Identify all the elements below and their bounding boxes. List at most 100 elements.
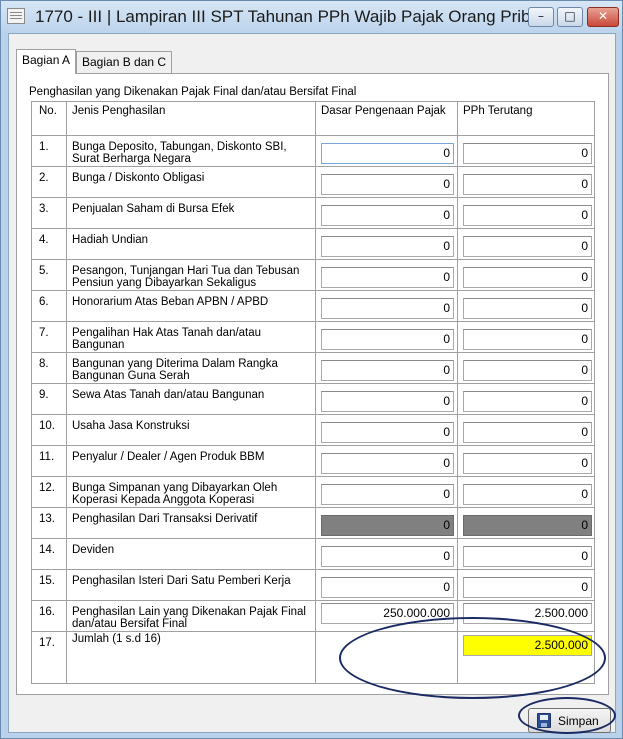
close-button[interactable]: ✕ [587, 7, 619, 27]
row-14-dasar-input[interactable]: 0 [321, 546, 454, 567]
row-16-pph-input[interactable]: 2.500.000 [463, 603, 592, 624]
row-divider [32, 321, 594, 322]
income-table: No. Jenis Penghasilan Dasar Pengenaan Pa… [31, 101, 595, 684]
save-button-label: Simpan [558, 714, 599, 728]
row-divider [32, 569, 594, 570]
row-15-no: 15. [39, 575, 55, 587]
header-pph-terutang: PPh Terutang [463, 105, 533, 117]
row-6-pph-input[interactable]: 0 [463, 298, 592, 319]
row-8-dasar-input[interactable]: 0 [321, 360, 454, 381]
row-11-pph-input[interactable]: 0 [463, 453, 592, 474]
row-divider [32, 476, 594, 477]
header-jenis-penghasilan: Jenis Penghasilan [72, 105, 166, 117]
row-2-no: 2. [39, 172, 49, 184]
row-5-label-line2: Pensiun yang Dibayarkan Sekaligus [72, 277, 257, 289]
row-11-dasar-input[interactable]: 0 [321, 453, 454, 474]
row-9-dasar-input[interactable]: 0 [321, 391, 454, 412]
row-divider [32, 414, 594, 415]
row-6-dasar-input[interactable]: 0 [321, 298, 454, 319]
column-divider [315, 102, 316, 683]
row-3-pph-input[interactable]: 0 [463, 205, 592, 226]
tab-panel-bagian-a: Penghasilan yang Dikenakan Pajak Final d… [16, 73, 609, 699]
row-divider [32, 352, 594, 353]
column-divider [457, 102, 458, 683]
row-14-pph-input[interactable]: 0 [463, 546, 592, 567]
row-13-label-line1: Penghasilan Dari Transaksi Derivatif [72, 513, 258, 525]
row-3-dasar-input[interactable]: 0 [321, 205, 454, 226]
row-12-pph-input[interactable]: 0 [463, 484, 592, 505]
row-divider [32, 290, 594, 291]
row-1-no: 1. [39, 141, 49, 153]
row-13-pph-input: 0 [463, 515, 592, 536]
row-1-label-line2: Surat Berharga Negara [72, 153, 191, 165]
row-5-pph-input[interactable]: 0 [463, 267, 592, 288]
row-12-dasar-input[interactable]: 0 [321, 484, 454, 505]
row-9-no: 9. [39, 389, 49, 401]
row-15-pph-input[interactable]: 0 [463, 577, 592, 598]
row-14-no: 14. [39, 544, 55, 556]
minimize-button[interactable]: – [528, 7, 554, 27]
row-5-dasar-input[interactable]: 0 [321, 267, 454, 288]
row-divider [32, 383, 594, 384]
app-icon [7, 8, 25, 24]
row-16-label-line2: dan/atau Bersifat Final [72, 618, 188, 630]
window-client-area: Bagian A Bagian B dan C Penghasilan yang… [8, 33, 616, 734]
row-divider [32, 135, 594, 136]
save-button[interactable]: Simpan [528, 708, 611, 733]
row-4-dasar-input[interactable]: 0 [321, 236, 454, 257]
row-10-pph-input[interactable]: 0 [463, 422, 592, 443]
row-2-label-line1: Bunga / Diskonto Obligasi [72, 172, 205, 184]
row-15-label-line1: Penghasilan Isteri Dari Satu Pemberi Ker… [72, 575, 291, 587]
column-divider [66, 102, 67, 683]
row-divider [32, 507, 594, 508]
section-title: Penghasilan yang Dikenakan Pajak Final d… [29, 86, 357, 98]
window-title: 1770 - III | Lampiran III SPT Tahunan PP… [35, 7, 554, 26]
row-7-pph-input[interactable]: 0 [463, 329, 592, 350]
row-divider [32, 166, 594, 167]
row-8-label-line2: Bangunan Guna Serah [72, 370, 190, 382]
header-no: No. [39, 105, 57, 117]
row-10-dasar-input[interactable]: 0 [321, 422, 454, 443]
row-6-label-line1: Honorarium Atas Beban APBN / APBD [72, 296, 269, 308]
row-7-no: 7. [39, 327, 49, 339]
row-divider [32, 445, 594, 446]
row-divider [32, 600, 594, 601]
row-12-label-line2: Koperasi Kepada Anggota Koperasi [72, 494, 255, 506]
app-window: 1770 - III | Lampiran III SPT Tahunan PP… [0, 0, 623, 739]
row-divider [32, 228, 594, 229]
row-9-pph-input[interactable]: 0 [463, 391, 592, 412]
row-15-dasar-input[interactable]: 0 [321, 577, 454, 598]
row-12-no: 12. [39, 482, 55, 494]
row-1-pph-input[interactable]: 0 [463, 143, 592, 164]
row-4-label-line1: Hadiah Undian [72, 234, 149, 246]
row-divider [32, 197, 594, 198]
row-13-dasar-input: 0 [321, 515, 454, 536]
row-11-label-line1: Penyalur / Dealer / Agen Produk BBM [72, 451, 265, 463]
row-2-pph-input[interactable]: 0 [463, 174, 592, 195]
row-5-no: 5. [39, 265, 49, 277]
tab-bagian-b-dan-c[interactable]: Bagian B dan C [76, 51, 173, 73]
tab-bagian-a[interactable]: Bagian A [16, 49, 77, 74]
title-bar[interactable]: 1770 - III | Lampiran III SPT Tahunan PP… [1, 1, 622, 33]
row-6-no: 6. [39, 296, 49, 308]
row-13-no: 13. [39, 513, 55, 525]
row-11-no: 11. [39, 451, 55, 463]
row-2-dasar-input[interactable]: 0 [321, 174, 454, 195]
row-10-no: 10. [39, 420, 55, 432]
row-3-no: 3. [39, 203, 49, 215]
row-3-label-line1: Penjualan Saham di Bursa Efek [72, 203, 235, 215]
row-divider [32, 259, 594, 260]
row-16-no: 16. [39, 606, 55, 618]
row-14-label-line1: Deviden [72, 544, 115, 556]
row-7-dasar-input[interactable]: 0 [321, 329, 454, 350]
row-8-pph-input[interactable]: 0 [463, 360, 592, 381]
row-1-dasar-input[interactable]: 0 [321, 143, 454, 164]
row-16-dasar-input[interactable]: 250.000.000 [321, 603, 454, 624]
total-pph-field: 2.500.000 [463, 635, 592, 656]
maximize-button[interactable]: □ [557, 7, 583, 27]
row-divider [32, 631, 594, 632]
floppy-disk-icon [537, 713, 551, 728]
row-17-label: Jumlah (1 s.d 16) [72, 633, 161, 645]
row-divider [32, 538, 594, 539]
row-4-pph-input[interactable]: 0 [463, 236, 592, 257]
